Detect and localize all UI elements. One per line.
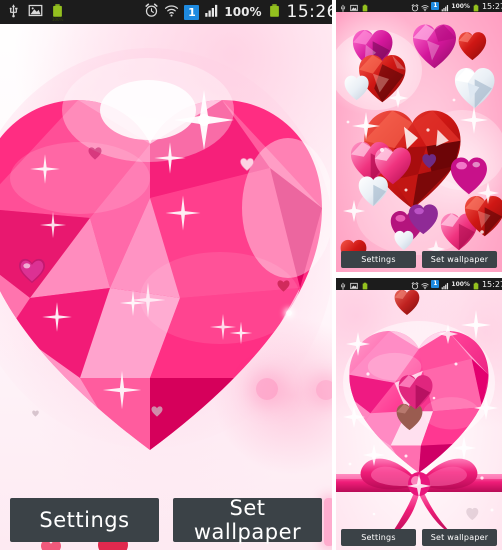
- wifi-icon: [421, 278, 429, 294]
- wallpaper-action-bar: Settings Set wallpaper: [0, 490, 332, 550]
- set-wallpaper-button[interactable]: Set wallpaper: [422, 528, 497, 546]
- clock-label: 15:27: [481, 1, 502, 11]
- status-bar-left: 100%: [6, 3, 65, 22]
- signal-icon: [441, 278, 449, 294]
- wallpaper-action-bar: Settings Set wallpaper: [336, 246, 502, 272]
- status-bar: 100% 1 100% 15:2: [0, 0, 332, 24]
- signal-percent-label: 100%: [451, 280, 470, 288]
- battery-icon-right: [267, 3, 282, 22]
- wifi-icon: [164, 3, 179, 22]
- status-bar: 100% 1 10: [336, 278, 502, 290]
- small-heart-red: [277, 280, 290, 292]
- status-bar-left: 100%: [339, 0, 369, 16]
- set-wallpaper-button[interactable]: Set wallpaper: [422, 250, 497, 268]
- small-heart-glossy: [19, 258, 45, 284]
- status-bar-right: 1 100% 15:27: [411, 278, 502, 294]
- wallpaper-preview-red-hearts: 100% 1 10: [336, 0, 502, 272]
- battery-icon: 100%: [361, 278, 369, 294]
- signal-icon: [441, 0, 449, 16]
- signal-icon: [204, 3, 219, 22]
- crystal-hearts-cluster: [336, 24, 502, 267]
- small-heart-pale: [151, 406, 163, 417]
- wallpaper-action-bar: Settings Set wallpaper: [336, 524, 502, 550]
- battery-icon: 100%: [50, 3, 65, 22]
- gallery-icon: [350, 0, 358, 16]
- status-bar-right: 1 100% 15:26: [144, 2, 332, 22]
- clock-label: 15:27: [481, 279, 502, 289]
- alarm-icon: [411, 278, 419, 294]
- settings-button[interactable]: Settings: [341, 250, 416, 268]
- status-bar-right: 1 100% 15:27: [411, 0, 502, 16]
- settings-button[interactable]: Settings: [341, 528, 416, 546]
- message-badge: 1: [431, 2, 440, 10]
- battery-icon-right: [472, 278, 480, 294]
- battery-percent-overlay: 100%: [51, 16, 64, 22]
- crystal-heart-large: [0, 48, 330, 450]
- battery-icon-right: [472, 0, 480, 16]
- alarm-icon: [411, 0, 419, 16]
- usb-icon: [339, 278, 347, 294]
- set-wallpaper-button[interactable]: Set wallpaper: [173, 496, 322, 544]
- small-heart-outline: [88, 147, 102, 160]
- message-badge: 1: [431, 280, 440, 288]
- small-heart-pale: [32, 410, 39, 417]
- small-heart-outline: [240, 158, 254, 171]
- message-badge: 1: [184, 4, 200, 20]
- crystal-heart-and-bow-scene: [336, 289, 502, 536]
- usb-icon: [6, 3, 21, 22]
- wifi-icon: [421, 0, 429, 16]
- signal-percent-label: 100%: [224, 5, 262, 19]
- screenshot-root: 100% 1 100% 15:2 Settings Set wallpaper …: [0, 0, 502, 550]
- status-bar: 100% 1 10: [336, 0, 502, 12]
- wallpaper-preview-main: 100% 1 100% 15:2 Settings Set wallpaper: [0, 0, 332, 550]
- battery-icon: 100%: [361, 0, 369, 16]
- settings-button[interactable]: Settings: [10, 498, 159, 542]
- gallery-icon: [350, 278, 358, 294]
- clock-label: 15:26: [286, 2, 333, 22]
- usb-icon: [339, 0, 347, 16]
- signal-percent-label: 100%: [451, 2, 470, 10]
- gallery-icon: [28, 3, 43, 22]
- wallpaper-preview-pink-heart-bow: 100% 1 10: [336, 278, 502, 550]
- alarm-icon: [144, 3, 159, 22]
- status-bar-left: 100%: [339, 278, 369, 294]
